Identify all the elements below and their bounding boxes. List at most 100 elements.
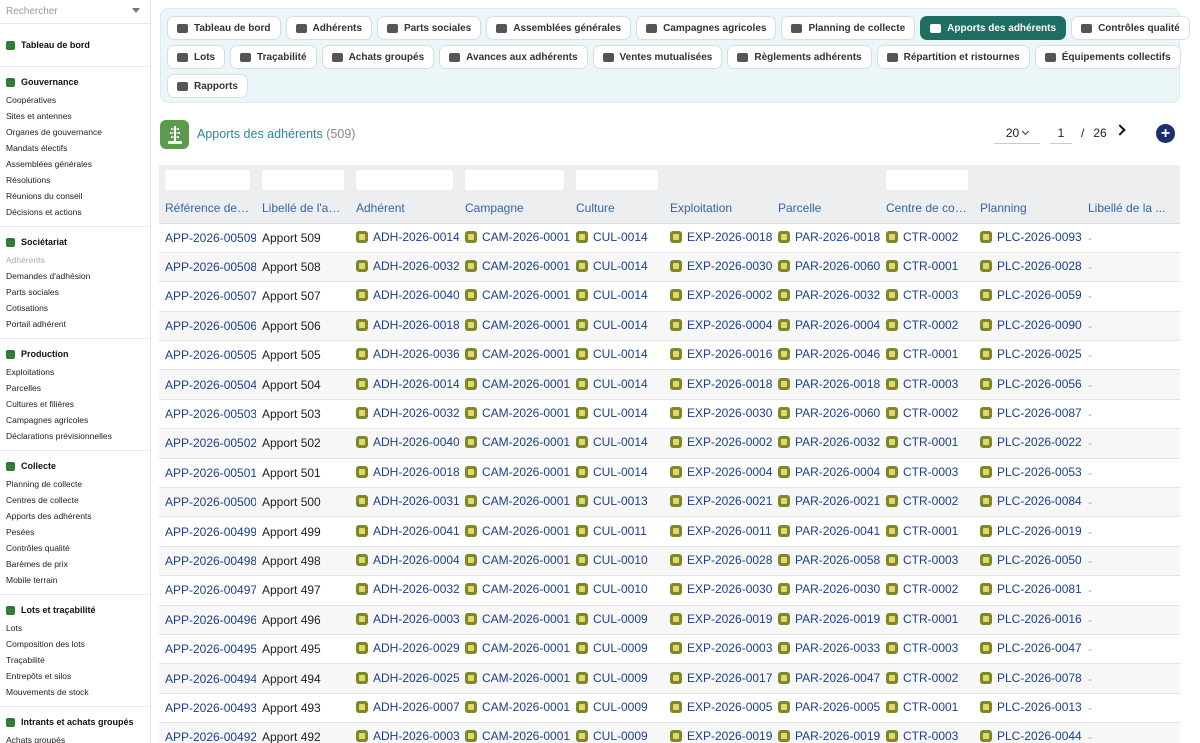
- table-cell[interactable]: CAM-2026-0001: [459, 722, 570, 743]
- table-cell[interactable]: ADH-2026-0040: [350, 281, 459, 312]
- record-link[interactable]: CTR-0003: [886, 553, 958, 567]
- table-cell[interactable]: PLC-2026-0016: [974, 605, 1082, 635]
- table-row[interactable]: APP-2026-00508 Apport 508 ADH-2026-0032 CAM…: [159, 252, 1180, 283]
- table-cell[interactable]: APP-2026-00500: [159, 487, 256, 518]
- table-cell[interactable]: CAM-2026-0001: [459, 223, 570, 253]
- tab-rapports[interactable]: Rapports: [167, 74, 248, 98]
- record-link[interactable]: CUL-0014: [576, 288, 648, 302]
- table-cell[interactable]: CUL-0014: [570, 369, 664, 400]
- record-link[interactable]: CUL-0014: [576, 347, 648, 361]
- record-link[interactable]: ADH-2026-0032: [356, 406, 459, 420]
- table-cell[interactable]: EXP-2026-0030: [664, 575, 772, 606]
- column-header[interactable]: D: [1175, 194, 1180, 224]
- table-cell[interactable]: EXP-2026-0021: [664, 487, 772, 518]
- table-cell[interactable]: ADH-2026-0029: [350, 634, 459, 665]
- column-header[interactable]: Culture: [570, 194, 664, 224]
- record-link[interactable]: CUL-0010: [576, 553, 648, 567]
- table-cell[interactable]: ADH-2026-0003: [350, 605, 459, 635]
- table-cell[interactable]: EXP-2026-0018: [664, 369, 772, 400]
- table-cell[interactable]: ADH-2026-0003: [350, 722, 459, 743]
- tab-planning-de-collecte[interactable]: Planning de collecte: [781, 16, 916, 40]
- table-cell[interactable]: EXP-2026-0018: [664, 223, 772, 253]
- record-link[interactable]: PAR-2026-0030: [778, 582, 880, 596]
- table-cell[interactable]: ADH-2026-0018: [350, 311, 459, 342]
- record-link[interactable]: CUL-0011: [576, 524, 647, 538]
- record-link[interactable]: PLC-2026-0053: [980, 465, 1082, 479]
- table-cell[interactable]: PAR-2026-0019: [772, 722, 880, 743]
- table-cell[interactable]: CAM-2026-0001: [459, 399, 570, 430]
- record-link[interactable]: CTR-0003: [886, 465, 958, 479]
- table-cell[interactable]: CAM-2026-0001: [459, 487, 570, 518]
- table-cell[interactable]: CUL-0014: [570, 340, 664, 371]
- table-cell[interactable]: PLC-2026-0047: [974, 634, 1082, 665]
- record-link[interactable]: EXP-2026-0011: [670, 524, 772, 538]
- record-link[interactable]: ADH-2026-0004: [356, 553, 459, 567]
- record-link[interactable]: CUL-0014: [576, 230, 648, 244]
- table-cell[interactable]: CTR-0003: [880, 281, 974, 312]
- column-header[interactable]: Parcelle: [772, 194, 880, 224]
- table-cell[interactable]: APP-2026-00503: [159, 399, 256, 430]
- tab-parts-sociales[interactable]: Parts sociales: [376, 16, 482, 40]
- record-link[interactable]: CTR-0002: [886, 406, 958, 420]
- table-row[interactable]: APP-2026-00495 Apport 495 ADH-2026-0029 CAM…: [159, 634, 1180, 665]
- table-cell[interactable]: APP-2026-00495: [159, 634, 256, 665]
- table-cell[interactable]: EXP-2026-0030: [664, 399, 772, 430]
- record-link[interactable]: CTR-0001: [886, 259, 958, 273]
- table-cell[interactable]: PLC-2026-0050: [974, 546, 1082, 577]
- table-cell[interactable]: PLC-2026-0053: [974, 458, 1082, 489]
- table-cell[interactable]: CUL-0009: [570, 722, 664, 743]
- sidebar-section-header[interactable]: Production: [0, 347, 150, 361]
- table-cell[interactable]: EXP-2026-0017: [664, 663, 772, 694]
- record-link[interactable]: CUL-0014: [576, 465, 648, 479]
- sidebar-item-baremes-de-prix[interactable]: Barèmes de prix: [0, 556, 150, 572]
- record-link[interactable]: EXP-2026-0003: [670, 641, 772, 655]
- record-link[interactable]: PAR-2026-0004: [778, 318, 880, 332]
- table-row[interactable]: APP-2026-00496 Apport 496 ADH-2026-0003 CAM…: [159, 605, 1180, 635]
- table-cell[interactable]: CUL-0014: [570, 281, 664, 312]
- column-header[interactable]: Campagne: [459, 194, 570, 224]
- sidebar-section-header[interactable]: Collecte: [0, 459, 150, 473]
- table-cell[interactable]: CUL-0009: [570, 693, 664, 724]
- record-link[interactable]: PLC-2026-0047: [980, 641, 1082, 655]
- record-link[interactable]: EXP-2026-0005: [670, 700, 772, 714]
- tab-lots[interactable]: Lots: [167, 45, 226, 69]
- table-cell[interactable]: CUL-0014: [570, 252, 664, 283]
- tab-tableau-de-bord[interactable]: Tableau de bord: [167, 16, 281, 40]
- table-cell[interactable]: EXP-2026-0004: [664, 458, 772, 489]
- table-cell[interactable]: PLC-2026-0084: [974, 487, 1082, 518]
- record-link[interactable]: ADH-2026-0032: [356, 582, 459, 596]
- sidebar-item-organes-de-gouvernance[interactable]: Organes de gouvernance: [0, 124, 150, 140]
- table-cell[interactable]: EXP-2026-0030: [664, 252, 772, 283]
- record-link[interactable]: PAR-2026-0058: [778, 553, 880, 567]
- table-cell[interactable]: PAR-2026-0018: [772, 223, 880, 253]
- record-link[interactable]: PLC-2026-0044: [980, 729, 1082, 743]
- table-cell[interactable]: PAR-2026-0019: [772, 605, 880, 635]
- record-link[interactable]: PLC-2026-0025: [980, 347, 1082, 361]
- record-link[interactable]: PAR-2026-0032: [778, 435, 880, 449]
- table-cell[interactable]: CTR-0002: [880, 311, 974, 342]
- record-link[interactable]: PAR-2026-0019: [778, 729, 880, 743]
- record-link[interactable]: PAR-2026-0005: [778, 700, 880, 714]
- table-cell[interactable]: APP-2026-00501: [159, 458, 256, 489]
- table-cell[interactable]: CUL-0009: [570, 663, 664, 694]
- table-cell[interactable]: PLC-2026-0022: [974, 428, 1082, 459]
- table-cell[interactable]: CUL-0009: [570, 634, 664, 665]
- sidebar-item-mobile-terrain[interactable]: Mobile terrain: [0, 572, 150, 588]
- sidebar-item-resolutions[interactable]: Résolutions: [0, 172, 150, 188]
- table-row[interactable]: APP-2026-00493 Apport 493 ADH-2026-0007 CAM…: [159, 693, 1180, 724]
- sidebar-section-header[interactable]: Sociétariat: [0, 235, 150, 249]
- record-link[interactable]: CAM-2026-0001: [465, 582, 570, 596]
- record-link[interactable]: EXP-2026-0002: [670, 288, 772, 302]
- record-link[interactable]: ADH-2026-0040: [356, 288, 459, 302]
- record-link[interactable]: ADH-2026-0014: [356, 230, 459, 244]
- table-cell[interactable]: PAR-2026-0047: [772, 663, 880, 694]
- record-link[interactable]: PLC-2026-0078: [980, 671, 1082, 685]
- record-link[interactable]: EXP-2026-0030: [670, 259, 772, 273]
- table-cell[interactable]: APP-2026-00494: [159, 663, 256, 694]
- record-link[interactable]: CAM-2026-0001: [465, 700, 570, 714]
- sidebar-item-centres-de-collecte[interactable]: Centres de collecte: [0, 492, 150, 508]
- table-cell[interactable]: PLC-2026-0093: [974, 223, 1082, 253]
- record-link[interactable]: ADH-2026-0014: [356, 377, 459, 391]
- table-cell[interactable]: ADH-2026-0036: [350, 340, 459, 371]
- sidebar-section-header[interactable]: Gouvernance: [0, 75, 150, 89]
